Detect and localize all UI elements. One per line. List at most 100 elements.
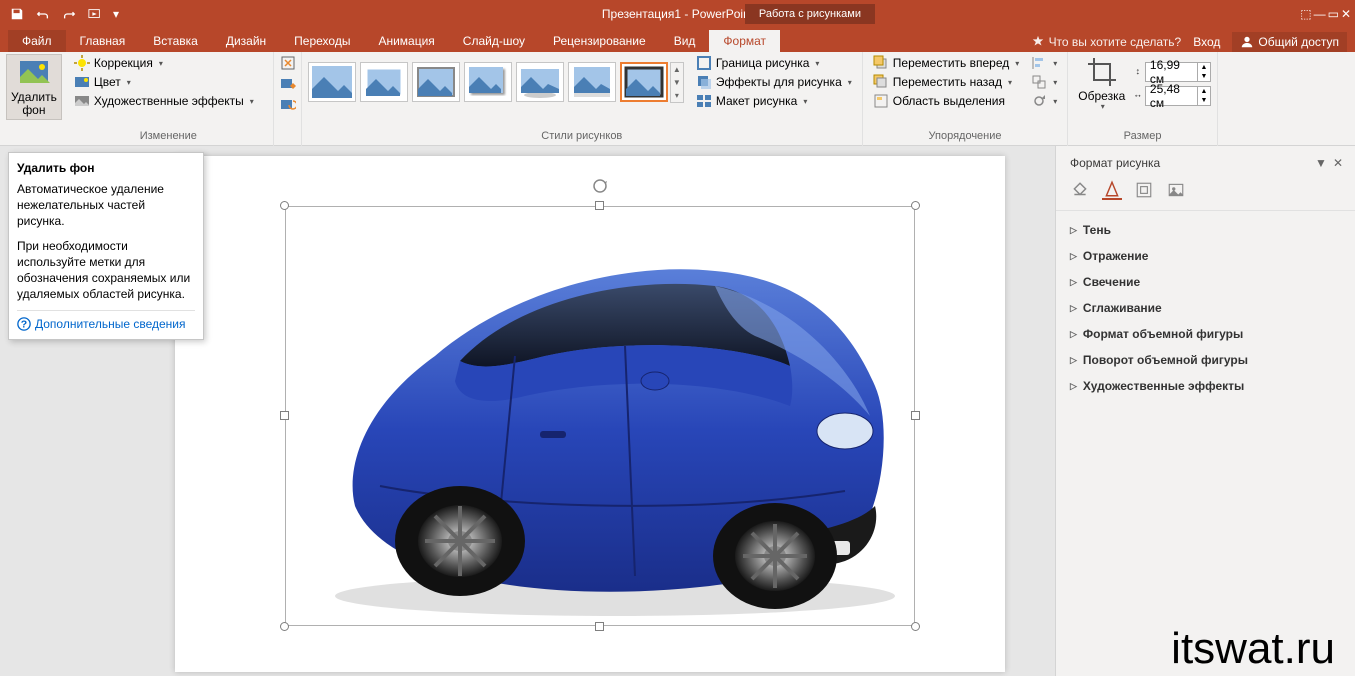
handle-left[interactable] xyxy=(280,411,289,420)
change-picture-button[interactable] xyxy=(276,75,299,93)
acc-3dformat[interactable]: ▷Формат объемной фигуры xyxy=(1056,321,1355,347)
compress-pictures-button[interactable] xyxy=(276,54,299,72)
close-button[interactable]: ✕ xyxy=(1341,7,1351,21)
acc-softedges[interactable]: ▷Сглаживание xyxy=(1056,295,1355,321)
height-down[interactable]: ▼ xyxy=(1198,72,1210,81)
start-from-beginning-button[interactable] xyxy=(84,3,106,25)
width-input[interactable]: 25,48 см▲▼ xyxy=(1145,86,1211,106)
align-icon xyxy=(1031,55,1047,71)
width-up[interactable]: ▲ xyxy=(1198,87,1210,96)
acc-3drotation[interactable]: ▷Поворот объемной фигуры xyxy=(1056,347,1355,373)
selected-picture[interactable] xyxy=(285,206,915,626)
tell-me-search[interactable]: Что вы хотите сделать? xyxy=(1031,35,1182,49)
color-icon xyxy=(74,74,90,90)
align-button[interactable]: ▾ xyxy=(1027,54,1061,72)
group-change-label: Изменение xyxy=(70,128,267,146)
tab-format[interactable]: Формат xyxy=(709,30,780,52)
handle-bottom[interactable] xyxy=(595,622,604,631)
tab-review[interactable]: Рецензирование xyxy=(539,30,660,52)
corrections-label: Коррекция xyxy=(94,56,153,70)
handle-top-right[interactable] xyxy=(911,201,920,210)
tab-slideshow[interactable]: Слайд-шоу xyxy=(449,30,539,52)
backward-icon xyxy=(873,74,889,90)
remove-bg-tooltip: Удалить фон Автоматическое удаление неже… xyxy=(8,152,204,340)
width-value: 25,48 см xyxy=(1146,82,1197,110)
sign-in-link[interactable]: Вход xyxy=(1193,35,1220,49)
ribbon-options-button[interactable]: ⬚ xyxy=(1300,7,1311,21)
acc-glow[interactable]: ▷Свечение xyxy=(1056,269,1355,295)
handle-right[interactable] xyxy=(911,411,920,420)
selection-pane-button[interactable]: Область выделения xyxy=(869,92,1024,110)
pane-accordion: ▷Тень ▷Отражение ▷Свечение ▷Сглаживание … xyxy=(1056,211,1355,405)
pane-tab-effects[interactable] xyxy=(1102,180,1122,200)
pane-menu[interactable]: ▼ xyxy=(1315,156,1327,170)
pane-tab-picture[interactable] xyxy=(1166,180,1186,200)
send-backward-button[interactable]: Переместить назад▾ xyxy=(869,73,1024,91)
share-button[interactable]: Общий доступ xyxy=(1232,32,1347,52)
ribbon-tabs: Файл Главная Вставка Дизайн Переходы Ани… xyxy=(0,28,1355,52)
tab-home[interactable]: Главная xyxy=(66,30,140,52)
picture-layout-button[interactable]: Макет рисунка▾ xyxy=(692,92,856,110)
style-3[interactable] xyxy=(412,62,460,102)
handle-top[interactable] xyxy=(595,201,604,210)
acc-reflection[interactable]: ▷Отражение xyxy=(1056,243,1355,269)
remove-background-button[interactable]: Удалить фон xyxy=(6,54,62,120)
style-7[interactable] xyxy=(620,62,668,102)
picture-effects-button[interactable]: Эффекты для рисунка▾ xyxy=(692,73,856,91)
handle-bottom-right[interactable] xyxy=(911,622,920,631)
crop-button[interactable]: Обрезка▾ xyxy=(1074,54,1129,114)
gallery-up[interactable]: ▲ xyxy=(671,63,683,76)
artistic-effects-button[interactable]: Художественные эффекты▾ xyxy=(70,92,267,110)
tab-transitions[interactable]: Переходы xyxy=(280,30,364,52)
tab-insert[interactable]: Вставка xyxy=(139,30,212,52)
forward-label: Переместить вперед xyxy=(893,56,1009,70)
tab-design[interactable]: Дизайн xyxy=(212,30,280,52)
rotate-icon xyxy=(1031,93,1047,109)
qat-dropdown[interactable]: ▾ xyxy=(110,3,122,25)
style-6[interactable] xyxy=(568,62,616,102)
bring-forward-button[interactable]: Переместить вперед▾ xyxy=(869,54,1024,72)
gallery-scroll[interactable]: ▲▼▾ xyxy=(670,62,684,103)
redo-button[interactable] xyxy=(58,3,80,25)
slide-canvas[interactable] xyxy=(175,156,1005,672)
tooltip-p1: Автоматическое удаление нежелательных ча… xyxy=(17,181,195,230)
group-button[interactable]: ▾ xyxy=(1027,73,1061,91)
handle-bottom-left[interactable] xyxy=(280,622,289,631)
style-5[interactable] xyxy=(516,62,564,102)
rotation-handle[interactable] xyxy=(592,178,608,194)
minimize-button[interactable]: — xyxy=(1314,7,1326,21)
gallery-more[interactable]: ▾ xyxy=(671,89,683,102)
rotate-button[interactable]: ▾ xyxy=(1027,92,1061,110)
corrections-button[interactable]: Коррекция▾ xyxy=(70,54,267,72)
style-4[interactable] xyxy=(464,62,512,102)
handle-top-left[interactable] xyxy=(280,201,289,210)
tooltip-help-link[interactable]: ? Дополнительные сведения xyxy=(17,310,195,331)
gallery-down[interactable]: ▼ xyxy=(671,76,683,89)
format-picture-pane: Формат рисунка ▼✕ ▷Тень ▷Отражение ▷Свеч… xyxy=(1055,146,1355,676)
undo-button[interactable] xyxy=(32,3,54,25)
style-2[interactable] xyxy=(360,62,408,102)
svg-text:?: ? xyxy=(21,319,27,331)
artistic-icon xyxy=(74,93,90,109)
acc-shadow[interactable]: ▷Тень xyxy=(1056,217,1355,243)
style-1[interactable] xyxy=(308,62,356,102)
compress-icon xyxy=(280,55,296,71)
save-button[interactable] xyxy=(6,3,28,25)
tab-animations[interactable]: Анимация xyxy=(364,30,448,52)
height-input[interactable]: 16,99 см▲▼ xyxy=(1145,62,1211,82)
reset-icon xyxy=(280,97,296,113)
width-down[interactable]: ▼ xyxy=(1198,96,1210,105)
pane-tab-fill[interactable] xyxy=(1070,180,1090,200)
forward-icon xyxy=(873,55,889,71)
picture-styles-gallery[interactable] xyxy=(308,62,668,102)
acc-artistic[interactable]: ▷Художественные эффекты xyxy=(1056,373,1355,399)
height-up[interactable]: ▲ xyxy=(1198,63,1210,72)
pane-close[interactable]: ✕ xyxy=(1333,156,1343,170)
reset-picture-button[interactable] xyxy=(276,96,299,114)
maximize-button[interactable]: ▭ xyxy=(1328,7,1339,21)
color-button[interactable]: Цвет▾ xyxy=(70,73,267,91)
tab-view[interactable]: Вид xyxy=(660,30,710,52)
pane-tab-size[interactable] xyxy=(1134,180,1154,200)
picture-border-button[interactable]: Граница рисунка▾ xyxy=(692,54,856,72)
tab-file[interactable]: Файл xyxy=(8,30,66,52)
